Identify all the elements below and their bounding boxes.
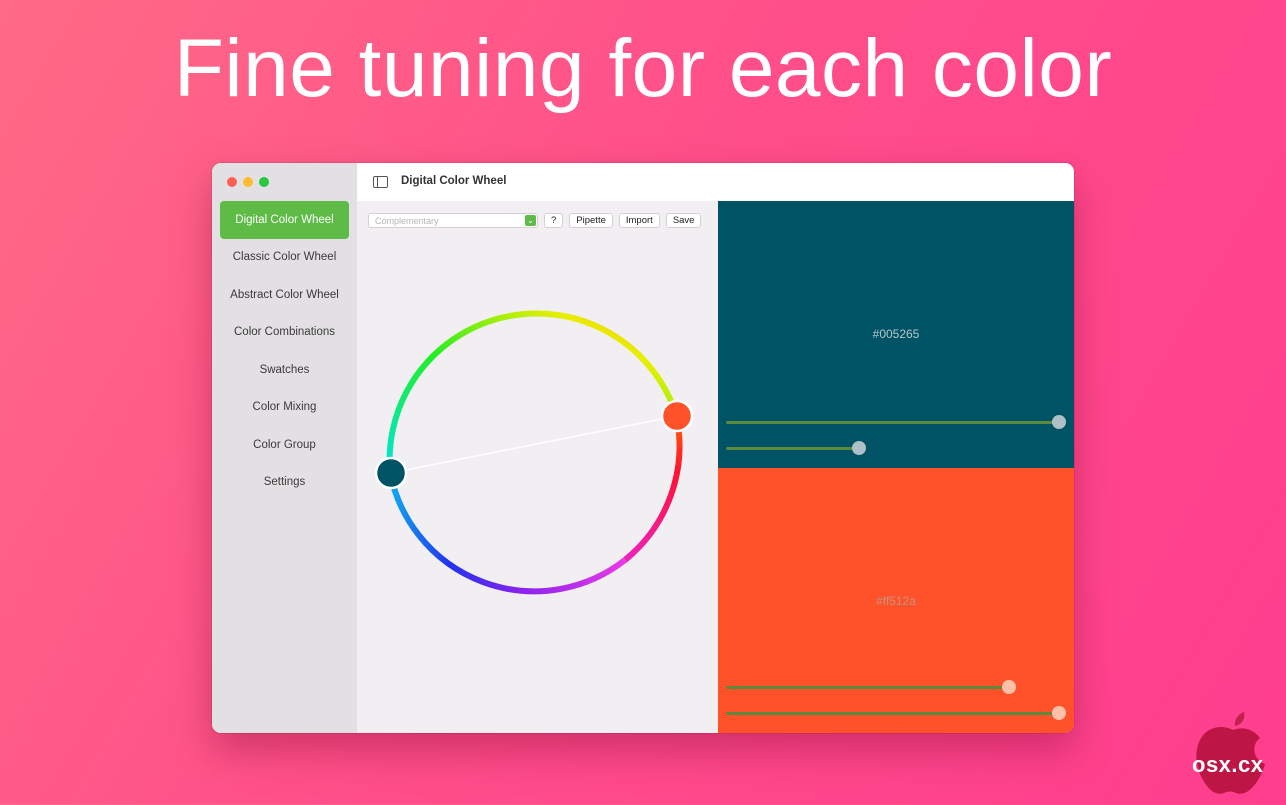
swatch-primary[interactable]: #005265 <box>718 201 1074 468</box>
swatch-primary-hex: #005265 <box>872 327 920 341</box>
watermark-logo: osx.cx <box>1188 706 1274 800</box>
chevron-down-icon[interactable]: ⌄ <box>525 214 536 226</box>
scheme-select[interactable]: Complementary ⌄ <box>368 212 538 228</box>
import-button[interactable]: Import <box>618 212 660 228</box>
primary-slider-2-thumb[interactable] <box>852 441 866 455</box>
secondary-slider-2-thumb[interactable] <box>1052 706 1066 720</box>
save-button[interactable]: Save <box>665 212 702 228</box>
wheel-panel: Complementary ⌄ ? Pipette Import Save <box>357 201 718 733</box>
sidebar-item-abstract-color-wheel[interactable]: Abstract Color Wheel <box>220 276 349 314</box>
wheel-arc-top <box>386 310 679 473</box>
headline: Fine tuning for each color <box>173 23 1113 114</box>
secondary-slider-2-track <box>726 712 1059 715</box>
sidebar-item-color-group[interactable]: Color Group <box>220 426 349 464</box>
primary-slider-1-thumb[interactable] <box>1052 415 1066 429</box>
sidebar-item-color-mixing[interactable]: Color Mixing <box>220 389 349 427</box>
sidebar-item-digital-color-wheel[interactable]: Digital Color Wheel <box>220 201 349 239</box>
close-window-button[interactable] <box>227 177 237 187</box>
help-button[interactable]: ? <box>544 212 564 228</box>
sidebar-item-settings[interactable]: Settings <box>220 464 349 502</box>
swatch-secondary[interactable]: #ff512a <box>718 468 1074 733</box>
pipette-button[interactable]: Pipette <box>569 212 613 228</box>
toolbar: Complementary ⌄ ? Pipette Import Save <box>368 212 702 228</box>
traffic-lights <box>227 177 269 187</box>
color-wheel[interactable] <box>357 241 718 661</box>
sidebar-item-color-combinations[interactable]: Color Combinations <box>220 314 349 352</box>
scheme-select-placeholder: Complementary <box>375 215 439 226</box>
app-window: Digital Color Wheel Classic Color Wheel … <box>212 163 1074 733</box>
titlebar: Digital Color Wheel <box>357 163 1074 202</box>
wheel-arc-bottom <box>387 471 627 595</box>
primary-slider-1[interactable] <box>726 415 1066 429</box>
primary-slider-2[interactable] <box>726 441 1059 455</box>
sidebar-item-swatches[interactable]: Swatches <box>220 351 349 389</box>
secondary-slider-2[interactable] <box>726 706 1066 720</box>
secondary-slider-1[interactable] <box>726 680 1059 694</box>
primary-slider-1-track <box>726 421 1059 424</box>
minimize-window-button[interactable] <box>243 177 253 187</box>
sidebar-nav: Digital Color Wheel Classic Color Wheel … <box>220 201 349 501</box>
complement-connector <box>390 415 678 474</box>
watermark-text: osx.cx <box>1192 752 1264 777</box>
secondary-slider-1-thumb[interactable] <box>1002 680 1016 694</box>
sidebar: Digital Color Wheel Classic Color Wheel … <box>212 163 358 733</box>
window-title: Digital Color Wheel <box>401 175 507 187</box>
zoom-window-button[interactable] <box>259 177 269 187</box>
color-marker-primary <box>374 456 408 490</box>
color-marker-secondary <box>660 399 694 433</box>
sidebar-item-classic-color-wheel[interactable]: Classic Color Wheel <box>220 239 349 277</box>
swatch-secondary-hex: #ff512a <box>876 594 916 608</box>
primary-slider-2-track <box>726 447 859 450</box>
secondary-slider-1-track <box>726 686 1009 689</box>
sidebar-toggle-icon[interactable] <box>373 176 388 188</box>
wheel-arc-right <box>623 413 683 563</box>
